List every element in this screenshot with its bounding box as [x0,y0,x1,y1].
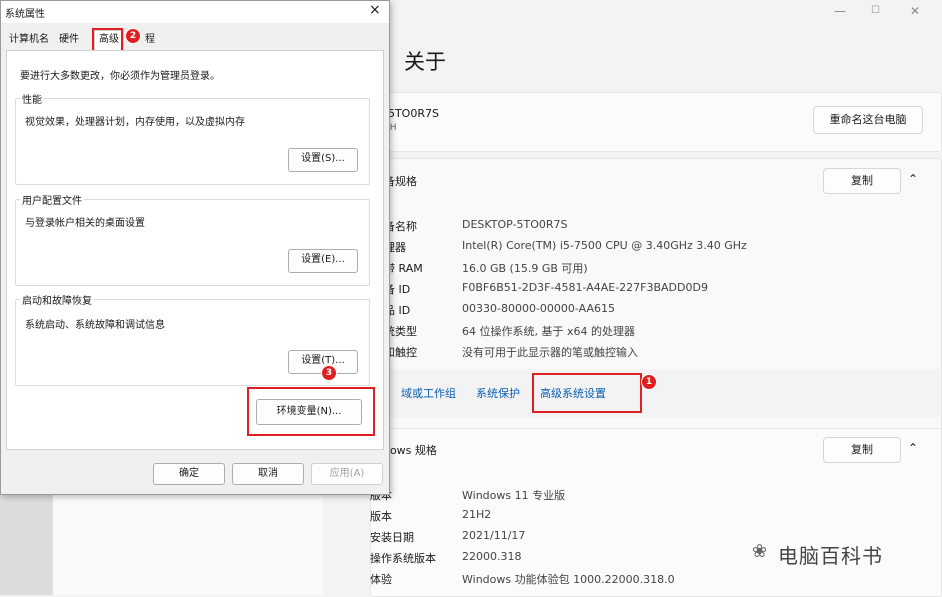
windows-spec-label: 版本 [370,510,392,523]
highlight-advanced-settings [532,373,642,413]
profile-desc: 与登录帐户相关的桌面设置 [25,218,145,229]
device-spec-value: 16.0 GB (15.9 GB 可用) [462,262,588,275]
device-spec-value: 没有可用于此显示器的笔或触控输入 [462,346,638,359]
windows-spec-value: Windows 功能体验包 1000.22000.318.0 [462,573,675,586]
windows-spec-value: 22000.318 [462,550,522,563]
close-window-icon[interactable]: ✕ [910,4,920,18]
step-badge-2: 2 [125,28,141,44]
tab-hardware[interactable]: 硬件 [55,31,83,49]
chevron-up-icon[interactable]: ⌃ [908,441,918,455]
watermark-text: 电脑百科书 [778,544,883,568]
copy-windows-specs-button[interactable]: 复制 [823,437,901,463]
device-spec-value: Intel(R) Core(TM) i5-7500 CPU @ 3.40GHz … [462,239,747,252]
admin-note: 要进行大多数更改，你必须作为管理员登录。 [20,71,220,82]
windows-spec-label: 操作系统版本 [370,552,436,565]
device-spec-value: F0BF6B51-2D3F-4581-A4AE-227F3BADD0D9 [462,281,708,294]
device-spec-value: 64 位操作系统, 基于 x64 的处理器 [462,325,635,338]
link-domain-workgroup[interactable]: 域或工作组 [401,385,456,401]
tab-remote[interactable]: 程 [141,31,159,49]
step-badge-1: 1 [641,374,657,390]
windows-spec-value: Windows 11 专业版 [462,489,566,502]
step-badge-3: 3 [321,365,337,381]
dialog-titlebar [1,1,389,23]
background-strip [0,490,52,595]
rename-pc-button[interactable]: 重命名这台电脑 [813,106,923,134]
performance-settings-button[interactable]: 设置(S)... [288,148,358,172]
copy-device-specs-button[interactable]: 复制 [823,168,901,194]
cancel-button[interactable]: 取消 [232,463,304,485]
system-properties-dialog: 系统属性 × 计算机名 硬件 高级 程 2 要进行大多数更改，你必须作为管理员登… [0,0,390,495]
windows-spec-value: 21H2 [462,508,492,521]
wechat-logo-icon: ❀ [752,541,768,562]
startup-desc: 系统启动、系统故障和调试信息 [25,320,165,331]
profile-label: 用户配置文件 [20,192,84,207]
performance-desc: 视觉效果，处理器计划，内存使用，以及虚拟内存 [25,117,245,128]
link-system-protection[interactable]: 系统保护 [476,385,520,401]
windows-spec-value: 2021/11/17 [462,529,526,542]
page-title: 关于 [404,50,446,74]
minimize-icon[interactable]: — [834,4,846,18]
dialog-close-icon[interactable]: × [369,2,381,18]
tab-computer-name[interactable]: 计算机名 [5,31,53,49]
device-spec-value: 00330-80000-00000-AA615 [462,302,615,315]
device-name: -5TO0R7S [384,107,439,120]
highlight-env-button [247,387,375,436]
performance-label: 性能 [20,91,44,106]
windows-spec-label: 安装日期 [370,531,414,544]
profile-settings-button[interactable]: 设置(E)... [288,249,358,273]
chevron-up-icon[interactable]: ⌃ [908,172,918,186]
maximize-icon[interactable]: ☐ [871,5,880,16]
apply-button[interactable]: 应用(A) [311,463,383,485]
ok-button[interactable]: 确定 [153,463,225,485]
startup-label: 启动和故障恢复 [20,292,94,307]
device-spec-value: DESKTOP-5TO0R7S [462,218,568,231]
windows-spec-label: 体验 [370,573,392,586]
dialog-title: 系统属性 [5,9,45,20]
